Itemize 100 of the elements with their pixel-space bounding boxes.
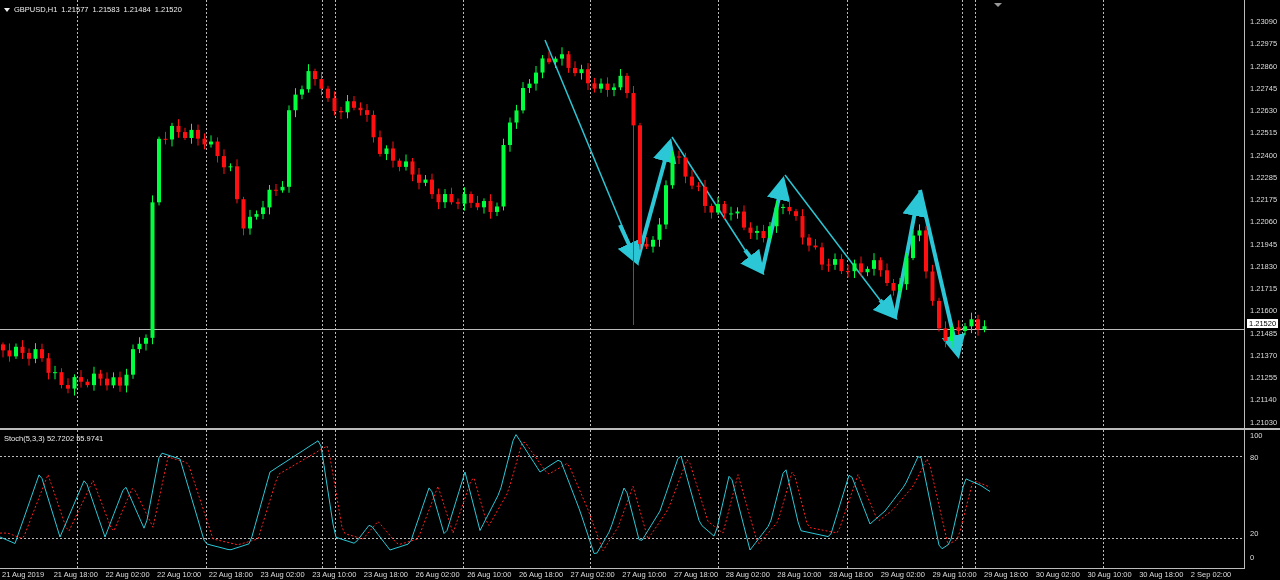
candle: [748, 221, 753, 240]
candle: [690, 169, 694, 190]
candle: [202, 132, 207, 150]
candle: [66, 377, 70, 394]
dropdown-icon[interactable]: [4, 7, 10, 12]
candle: [248, 209, 252, 236]
candle: [729, 206, 733, 221]
candle: [436, 188, 441, 210]
candle: [183, 127, 187, 141]
candle: [92, 366, 96, 392]
candle: [443, 188, 447, 209]
candle: [170, 122, 174, 147]
candle: [222, 148, 226, 175]
candle: [378, 130, 382, 158]
candle: [865, 265, 870, 277]
candle: [911, 229, 915, 261]
candle: [332, 90, 337, 116]
candle: [306, 63, 311, 94]
candle: [371, 110, 376, 144]
candle: [326, 85, 330, 103]
shift-marker-icon[interactable]: [994, 3, 1002, 7]
candle: [605, 76, 610, 98]
candle: [482, 197, 486, 215]
candle: [189, 123, 194, 145]
candle: [176, 118, 181, 139]
candle: [787, 199, 792, 215]
candle: [209, 134, 213, 149]
candle: [410, 157, 415, 182]
candle: [228, 162, 233, 172]
candle: [904, 252, 909, 291]
candle: [592, 77, 597, 94]
candle: [339, 106, 343, 120]
candle: [612, 82, 616, 97]
candle: [85, 378, 90, 388]
candle: [274, 183, 278, 197]
candle: [703, 179, 707, 214]
candle: [651, 235, 655, 254]
candle: [579, 64, 584, 81]
candle: [40, 343, 44, 363]
candle: [898, 277, 902, 299]
candle: [111, 371, 116, 389]
candle: [20, 339, 25, 360]
candle: [716, 196, 720, 216]
candle: [137, 336, 142, 354]
candle: [768, 221, 772, 243]
candle: [969, 312, 974, 334]
candle: [365, 103, 369, 123]
candle: [196, 124, 200, 147]
candle: [391, 140, 395, 168]
candle: [774, 200, 779, 234]
candle: [852, 259, 857, 279]
candle: [878, 256, 883, 278]
candle: [800, 208, 805, 245]
candle: [14, 343, 18, 360]
candle: [475, 195, 480, 211]
candle: [722, 200, 727, 220]
candle: [358, 101, 363, 116]
candle: [976, 314, 980, 337]
candle: [813, 238, 818, 251]
candle: [696, 181, 701, 192]
candle: [885, 263, 889, 287]
candle: [677, 150, 681, 165]
candle: [664, 179, 668, 230]
candle: [449, 187, 454, 205]
candle: [300, 85, 304, 100]
candle: [163, 131, 168, 145]
candle: [644, 236, 649, 250]
candle: [417, 167, 421, 190]
candle: [560, 46, 564, 67]
candle: [553, 56, 558, 69]
candle: [846, 264, 850, 278]
candle: [430, 173, 434, 200]
candle: [833, 252, 837, 271]
candle: [534, 65, 538, 92]
candle: [950, 324, 954, 349]
candle: [839, 253, 844, 275]
candle: [495, 202, 499, 217]
candle: [742, 204, 746, 231]
candle: [33, 342, 38, 364]
candle: [508, 117, 512, 153]
candle: [859, 256, 863, 277]
candle: [573, 60, 577, 77]
candle: [157, 136, 161, 206]
candle: [462, 186, 467, 212]
candle: [761, 224, 766, 243]
candle: [670, 150, 675, 190]
candle: [917, 223, 922, 242]
candle: [469, 190, 473, 209]
candle: [683, 152, 688, 184]
candle: [924, 225, 928, 279]
candle: [241, 196, 246, 236]
candle: [46, 352, 51, 380]
candle: [261, 200, 265, 220]
candle: [319, 71, 324, 96]
candle: [982, 319, 987, 333]
candle: [27, 347, 31, 367]
candle: [254, 209, 259, 221]
candle: [59, 367, 64, 389]
candle: [215, 136, 220, 163]
candle: [826, 258, 831, 273]
